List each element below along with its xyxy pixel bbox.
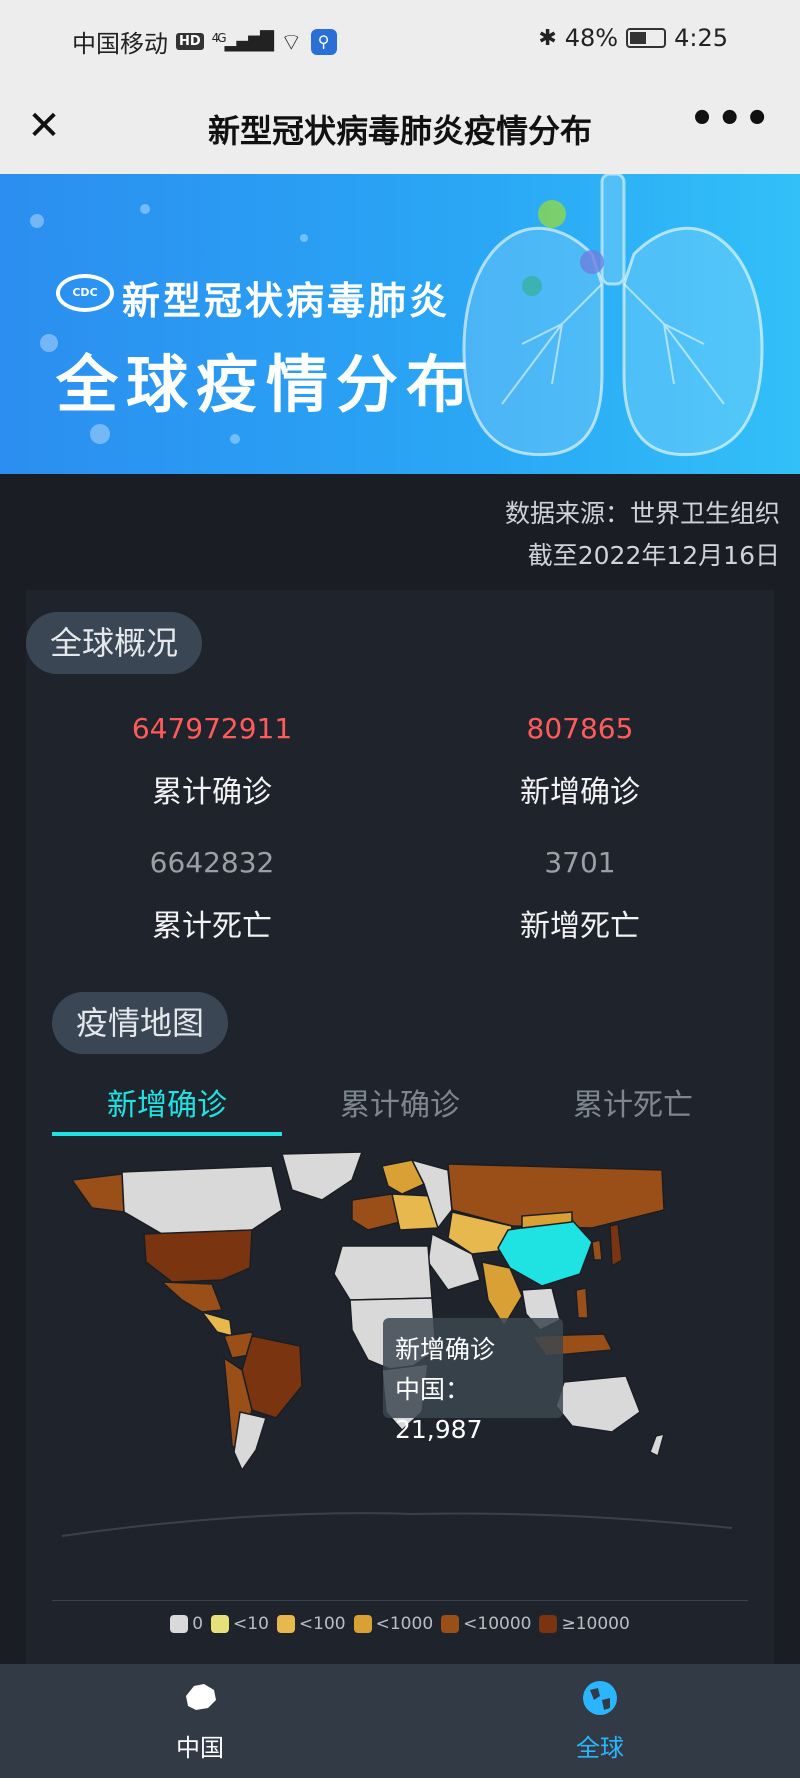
globe-icon xyxy=(583,1681,617,1715)
map-region-japan xyxy=(609,1223,623,1268)
legend-label: <10 xyxy=(233,1614,269,1634)
banner-dot xyxy=(90,424,110,444)
stat-label: 累计死亡 xyxy=(152,909,272,944)
map-divider xyxy=(52,1600,748,1601)
legend-label: <10000 xyxy=(463,1614,532,1634)
stat-label: 累计确诊 xyxy=(152,775,272,810)
legend-swatch xyxy=(539,1615,558,1633)
map-tooltip: 新增确诊 中国：21,987 xyxy=(383,1318,563,1444)
battery-icon xyxy=(626,28,667,48)
map-region-north-africa xyxy=(333,1245,433,1301)
network-type: 4G xyxy=(211,31,227,45)
nav-label: 全球 xyxy=(576,1734,624,1762)
stat-new-confirmed: 807865 新增确诊 xyxy=(430,712,730,811)
bulb-icon: ⚲ xyxy=(310,28,337,55)
status-bar: 中国移动 HD 4G▂▄▆█ ⌔ ⚲ ✱ 48% 4:25 xyxy=(0,0,800,78)
wifi-icon: ⌔ xyxy=(279,27,303,56)
nav-item-china[interactable]: 中国 xyxy=(140,1678,260,1763)
map-region-alaska xyxy=(70,1173,125,1213)
map-region-antarctica xyxy=(61,1512,733,1537)
stat-value: 647972911 xyxy=(131,712,293,745)
legend-swatch xyxy=(276,1615,295,1633)
tab-total-confirmed[interactable]: 累计确诊 xyxy=(285,1080,515,1124)
carrier-name: 中国移动 xyxy=(72,30,168,58)
map-region-greenland xyxy=(281,1151,364,1201)
legend-swatch xyxy=(441,1615,460,1633)
legend-label: 0 xyxy=(192,1614,204,1634)
more-options-button[interactable]: ••• xyxy=(689,96,772,142)
map-region-australia xyxy=(555,1375,641,1433)
data-source: 数据来源：世界卫生组织 截至2022年12月16日 xyxy=(505,493,780,577)
china-map-icon xyxy=(186,1684,216,1710)
legend-item[interactable]: <100 xyxy=(276,1614,346,1634)
stat-value: 3701 xyxy=(544,846,616,879)
status-left: 中国移动 HD 4G▂▄▆█ ⌔ ⚲ xyxy=(72,24,337,59)
banner-dot xyxy=(230,434,240,444)
title-bar: ✕ 新型冠状病毒肺炎疫情分布 ••• xyxy=(0,78,800,174)
clock-time: 4:25 xyxy=(674,24,728,52)
more-icon: ••• xyxy=(689,96,772,142)
map-region-mexico xyxy=(159,1281,224,1313)
signal-icon: 4G▂▄▆█ xyxy=(211,31,274,52)
legend-item[interactable]: <10000 xyxy=(441,1614,531,1634)
nav-label: 中国 xyxy=(176,1734,224,1762)
header-banner: CDC 新型冠状病毒肺炎 全球疫情分布 xyxy=(0,174,800,474)
bluetooth-icon: ✱ xyxy=(538,25,557,51)
legend-swatch xyxy=(353,1615,372,1633)
source-line: 数据来源：世界卫生组织 xyxy=(504,499,780,528)
legend-label: <1000 xyxy=(375,1614,434,1634)
stat-value: 807865 xyxy=(526,712,634,745)
page-title: 新型冠状病毒肺炎疫情分布 xyxy=(207,112,592,150)
map-legend: 0 <10 <100 <1000 <10000 ≥10000 xyxy=(52,1614,748,1634)
map-region-new-zealand xyxy=(649,1432,666,1458)
map-heading: 疫情地图 xyxy=(52,992,229,1054)
legend-label: <100 xyxy=(298,1614,346,1634)
banner-dot xyxy=(300,234,308,242)
stat-total-deaths: 6642832 累计死亡 xyxy=(62,846,362,945)
legend-item[interactable]: 0 xyxy=(170,1614,203,1634)
map-region-central-america xyxy=(200,1310,233,1338)
map-tabs: 新增确诊 累计确诊 累计死亡 xyxy=(52,1080,748,1136)
as-of-date: 截至2022年12月16日 xyxy=(527,541,780,570)
bottom-nav: 中国 全球 xyxy=(0,1664,800,1778)
banner-title: 全球疫情分布 xyxy=(56,348,477,421)
cdc-logo: CDC xyxy=(56,274,114,312)
status-right: ✱ 48% 4:25 xyxy=(538,24,728,52)
map-region-philippines xyxy=(575,1287,589,1319)
stat-label: 新增确诊 xyxy=(520,775,640,810)
banner-subtitle: 新型冠状病毒肺炎 xyxy=(122,279,451,323)
stat-label: 新增死亡 xyxy=(520,909,640,944)
map-region-usa xyxy=(143,1229,253,1283)
banner-dot xyxy=(30,214,44,228)
tooltip-title: 新增确诊 xyxy=(395,1335,496,1364)
tab-new-confirmed[interactable]: 新增确诊 xyxy=(52,1080,282,1124)
stat-new-deaths: 3701 新增死亡 xyxy=(430,846,730,945)
nav-item-global[interactable]: 全球 xyxy=(540,1678,660,1763)
active-tab-indicator xyxy=(52,1132,282,1136)
battery-percent: 48% xyxy=(564,24,619,52)
overview-heading: 全球概况 xyxy=(26,612,203,674)
legend-label: ≥10000 xyxy=(561,1614,630,1634)
stat-total-confirmed: 647972911 累计确诊 xyxy=(62,712,362,811)
lungs-illustration xyxy=(462,174,764,457)
legend-swatch xyxy=(211,1615,230,1633)
legend-item[interactable]: <1000 xyxy=(353,1614,434,1634)
legend-item[interactable]: ≥10000 xyxy=(539,1614,630,1634)
legend-item[interactable]: <10 xyxy=(211,1614,269,1634)
banner-dot xyxy=(140,204,150,214)
map-region-argentina xyxy=(233,1411,267,1472)
map-region-korea xyxy=(591,1239,603,1261)
tab-total-deaths[interactable]: 累计死亡 xyxy=(518,1080,748,1124)
stat-value: 6642832 xyxy=(149,846,275,879)
map-region-canada xyxy=(121,1165,283,1235)
tooltip-value: 中国：21,987 xyxy=(395,1375,483,1444)
hd-icon: HD xyxy=(176,33,204,50)
legend-swatch xyxy=(170,1615,189,1633)
